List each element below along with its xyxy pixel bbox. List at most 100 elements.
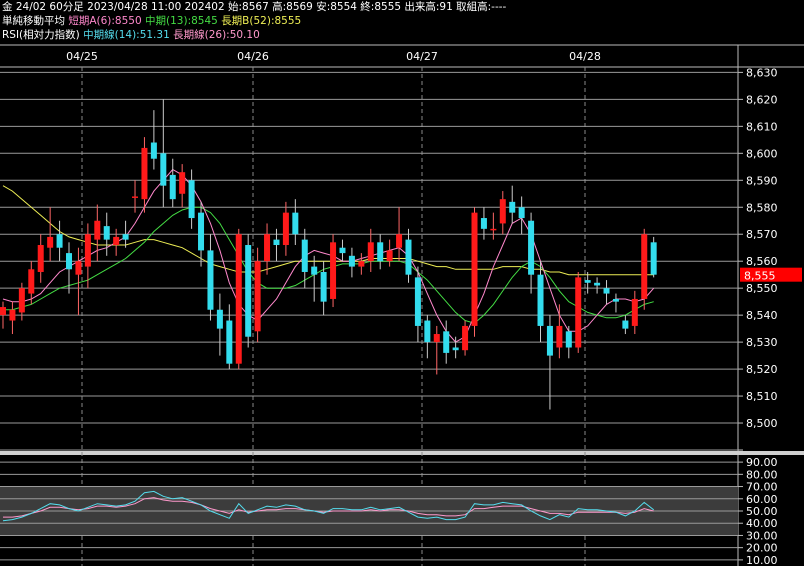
candle-body	[575, 277, 582, 348]
candle	[490, 212, 497, 240]
candle	[499, 191, 506, 235]
candle-body	[84, 234, 91, 267]
candle-body	[414, 277, 421, 326]
candle-body	[358, 261, 365, 267]
candle	[537, 261, 544, 343]
rsi-tick-label: 60.00	[746, 493, 778, 506]
candle-body	[198, 212, 205, 251]
candle-body	[518, 207, 525, 219]
candle-body	[367, 242, 374, 262]
candle-body	[622, 320, 629, 329]
candle-body	[160, 153, 167, 186]
candle	[113, 228, 120, 256]
candle-body	[537, 274, 544, 326]
candle-body	[141, 147, 148, 200]
pane-separator	[0, 451, 804, 455]
y-tick-label: 8,590	[746, 174, 778, 187]
candle-body	[216, 309, 223, 329]
candle	[594, 277, 601, 294]
candle	[650, 236, 657, 278]
candle-body	[94, 220, 101, 240]
candle	[414, 266, 421, 343]
x-tick-label: 04/26	[237, 50, 269, 63]
candle	[169, 158, 176, 208]
candle	[132, 180, 139, 213]
candle-body	[377, 242, 384, 262]
candle-body	[169, 174, 176, 200]
candle-body	[433, 334, 440, 343]
y-tick-label: 8,620	[746, 93, 778, 106]
candle-body	[47, 236, 54, 248]
candle-body	[254, 261, 261, 332]
candle	[226, 304, 233, 370]
candle	[424, 315, 431, 359]
candle	[245, 234, 252, 348]
rsi-tick-label: 20.00	[746, 542, 778, 555]
candle	[150, 110, 157, 170]
candle	[471, 207, 478, 337]
candle	[528, 212, 535, 294]
candle-body	[179, 172, 186, 194]
candle-body	[18, 288, 25, 313]
rsi-tick-label: 80.00	[746, 468, 778, 481]
rsi-tick-label: 50.00	[746, 505, 778, 518]
candle	[235, 228, 242, 370]
candle	[575, 271, 582, 353]
candle	[641, 228, 648, 310]
candle	[56, 220, 63, 262]
candle-body	[396, 234, 403, 248]
candle	[631, 290, 638, 335]
candle	[254, 247, 261, 343]
price-chart[interactable]: 04/25 04/26 04/27 04/28 8,630 8,620 8,610 8,600…	[0, 0, 804, 566]
candle	[358, 253, 365, 275]
candle-body	[565, 331, 572, 348]
y-tick-label: 8,560	[746, 255, 778, 268]
candle-body	[612, 298, 619, 302]
rsi-tick-label: 10.00	[746, 554, 778, 566]
candle	[480, 207, 487, 240]
y-tick-label: 8,510	[746, 390, 778, 403]
candle-body	[509, 201, 516, 213]
candle-body	[490, 228, 497, 231]
candle-body	[226, 320, 233, 364]
candle	[386, 239, 393, 267]
candle-body	[245, 245, 252, 337]
candle	[367, 228, 374, 272]
rsi-tick-label: 40.00	[746, 517, 778, 530]
candle-body	[113, 236, 120, 246]
candle-body	[584, 280, 591, 283]
rsi-tick-label: 30.00	[746, 529, 778, 542]
candle	[330, 234, 337, 308]
y-tick-label: 8,580	[746, 201, 778, 214]
ma-short-line	[2, 168, 655, 343]
y-tick-label: 8,540	[746, 309, 778, 322]
candle-body	[471, 212, 478, 326]
last-price-label: 8,555	[744, 270, 776, 283]
candle-body	[330, 242, 337, 299]
candle-body	[594, 282, 601, 286]
candle-body	[103, 226, 110, 240]
candle	[462, 320, 469, 356]
candle-body	[301, 239, 308, 272]
candle	[75, 247, 82, 316]
candle-body	[452, 347, 459, 351]
candle	[273, 228, 280, 262]
candle-body	[528, 220, 535, 275]
y-tick-label: 8,500	[746, 417, 778, 430]
y-tick-label: 8,630	[746, 66, 778, 79]
candle-body	[405, 239, 412, 275]
candle	[546, 315, 553, 410]
candle	[348, 247, 355, 278]
candle-body	[273, 239, 280, 246]
candle	[188, 169, 195, 229]
candle	[339, 239, 346, 262]
y-tick-label: 8,610	[746, 120, 778, 133]
candle-body	[37, 245, 44, 272]
candle-body	[66, 253, 73, 270]
candle	[122, 220, 129, 248]
candle-body	[292, 212, 299, 235]
candle	[565, 325, 572, 359]
candle	[433, 325, 440, 375]
candle	[264, 223, 271, 275]
candle-body	[339, 247, 346, 254]
